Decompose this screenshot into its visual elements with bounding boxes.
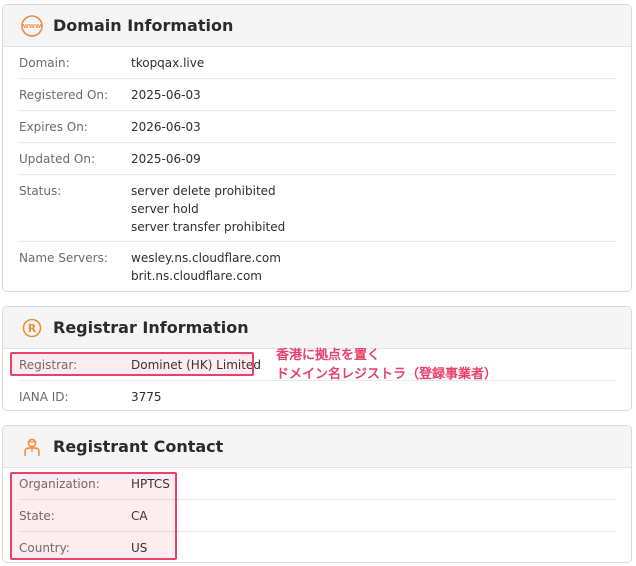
domain-information-title: Domain Information [53,16,234,35]
annotation-line-2: ドメイン名レジストラ（登録事業者） [276,367,498,382]
state-label: State: [19,509,55,523]
country-value: US [131,541,148,555]
registrar-information-title: Registrar Information [53,318,249,337]
registrar-value: Dominet (HK) Limited [131,358,261,372]
state-row: State: CA [19,500,615,532]
iana-id-row: IANA ID: 3775 [19,381,615,410]
domain-value: tkopqax.live [131,56,205,70]
expires-on-value: 2026-06-03 [131,120,201,134]
annotation-line-1: 香港に拠点を置く [276,348,381,363]
expires-on-row: Expires On: 2026-06-03 [19,111,615,143]
registrant-contact-card: Registrant Contact Organization: HPTCS S… [2,425,632,563]
expires-on-label: Expires On: [19,120,88,134]
state-value: CA [131,509,148,523]
iana-id-label: IANA ID: [19,390,69,404]
domain-information-card: WWW Domain Information Domain: tkopqax.l… [2,4,632,292]
name-servers-value: wesley.ns.cloudflare.com brit.ns.cloudfl… [131,251,281,283]
status-row: Status: server delete prohibited server … [19,175,615,242]
registered-on-value: 2025-06-03 [131,88,201,102]
domain-row: Domain: tkopqax.live [19,47,615,79]
registrant-contact-title: Registrant Contact [53,437,224,456]
organization-value: HPTCS [131,477,170,491]
registrar-information-header: R Registrar Information [3,307,631,349]
name-servers-label: Name Servers: [19,251,108,265]
svg-text:WWW: WWW [23,24,42,30]
registered-icon: R [21,317,43,339]
iana-id-value: 3775 [131,390,162,404]
updated-on-label: Updated On: [19,152,95,166]
registrar-label: Registrar: [19,358,78,372]
annotation-text: 香港に拠点を置く ドメイン名レジストラ（登録事業者） [276,346,497,384]
updated-on-row: Updated On: 2025-06-09 [19,143,615,175]
person-icon [21,436,43,458]
registrant-contact-header: Registrant Contact [3,426,631,468]
www-icon: WWW [21,14,43,37]
registered-on-row: Registered On: 2025-06-03 [19,79,615,111]
registered-on-label: Registered On: [19,88,109,102]
organization-row: Organization: HPTCS [19,468,615,500]
domain-information-header: WWW Domain Information [3,5,631,47]
status-value: server delete prohibited server hold ser… [131,184,286,234]
name-servers-row: Name Servers: wesley.ns.cloudflare.com b… [19,242,615,290]
country-row: Country: US [19,532,615,562]
updated-on-value: 2025-06-09 [131,152,201,166]
status-label: Status: [19,184,62,198]
svg-text:R: R [28,322,37,335]
country-label: Country: [19,541,70,555]
organization-label: Organization: [19,477,100,491]
domain-label: Domain: [19,56,70,70]
